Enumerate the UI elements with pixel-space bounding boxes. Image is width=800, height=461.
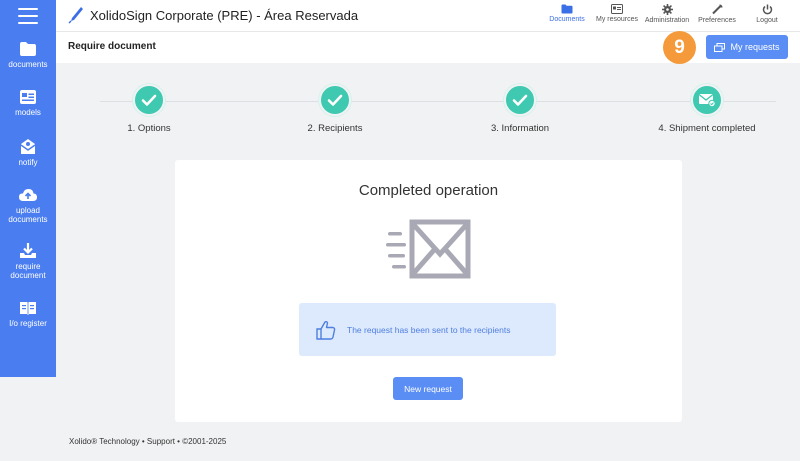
sidebar-item-label: I/o register xyxy=(9,319,47,328)
step-done-circle xyxy=(691,84,723,116)
mail-notify-icon xyxy=(20,139,36,154)
sidebar-item-notify[interactable]: notify xyxy=(0,138,56,167)
nav-logout[interactable]: Logout xyxy=(742,4,792,24)
envelope-check-icon xyxy=(698,93,716,107)
brand[interactable]: XolidoSign Corporate (PRE) - Área Reserv… xyxy=(68,6,358,24)
step-information: 3. Information xyxy=(440,84,600,134)
step-options: 1. Options xyxy=(69,84,229,134)
result-card: Completed operation The request has been… xyxy=(175,160,682,422)
my-requests-label: My requests xyxy=(730,42,780,52)
nav-documents[interactable]: Documents xyxy=(542,4,592,24)
sidebar-item-label: require document xyxy=(10,262,46,280)
pen-logo-icon xyxy=(68,7,83,24)
sidebar-item-io-register[interactable]: I/o register xyxy=(0,300,56,328)
footer: Xolido® Technology • Support • ©2001-202… xyxy=(69,437,227,446)
step-label: 4. Shipment completed xyxy=(658,123,756,134)
windows-icon xyxy=(714,42,726,52)
nav-my-resources-label: My resources xyxy=(595,16,638,23)
nav-logout-label: Logout xyxy=(756,17,778,24)
page-title: Require document xyxy=(68,41,156,52)
sidebar-item-label: notify xyxy=(18,158,38,167)
sidebar-item-models[interactable]: models xyxy=(0,89,56,117)
power-icon xyxy=(762,4,772,15)
nav-preferences-label: Preferences xyxy=(698,17,736,24)
result-title: Completed operation xyxy=(358,182,499,199)
gear-icon xyxy=(661,4,673,15)
nav-preferences[interactable]: Preferences xyxy=(692,4,742,24)
sidebar-item-documents[interactable]: documents xyxy=(0,41,56,69)
sidebar-item-require-document[interactable]: require document xyxy=(0,242,56,280)
menu-icon[interactable] xyxy=(18,8,38,24)
step-label: 3. Information xyxy=(490,123,550,134)
sidebar-item-label: models xyxy=(15,108,41,117)
step-label: 1. Options xyxy=(127,123,171,134)
step-done-circle xyxy=(319,84,351,116)
folder-icon xyxy=(561,4,573,14)
topbar: XolidoSign Corporate (PRE) - Área Reserv… xyxy=(56,0,800,31)
book-icon xyxy=(20,302,36,315)
sidebar-item-label: upload documents xyxy=(8,206,48,224)
id-card-icon xyxy=(20,90,36,104)
wrench-icon xyxy=(711,4,722,15)
cloud-upload-icon xyxy=(19,189,37,201)
top-navigation: Documents My resources Administration Pr… xyxy=(542,4,792,24)
sidebar-item-upload-documents[interactable]: upload documents xyxy=(0,187,56,224)
folder-icon xyxy=(20,42,36,56)
success-message: The request has been sent to the recipie… xyxy=(299,303,556,356)
id-card-icon xyxy=(611,4,623,14)
nav-administration-label: Administration xyxy=(644,17,690,24)
step-recipients: 2. Recipients xyxy=(255,84,415,134)
nav-documents-label: Documents xyxy=(549,16,585,23)
sidebar: documents models notify upload documents… xyxy=(0,0,56,377)
check-icon xyxy=(512,94,528,106)
success-message-text: The request has been sent to the recipie… xyxy=(347,324,511,335)
check-icon xyxy=(327,94,343,106)
check-icon xyxy=(141,94,157,106)
step-number-badge: 9 xyxy=(663,31,696,64)
nav-my-resources[interactable]: My resources xyxy=(592,4,642,24)
step-shipment-completed: 4. Shipment completed xyxy=(627,84,787,134)
download-tray-icon xyxy=(20,243,36,258)
nav-administration[interactable]: Administration xyxy=(642,4,692,24)
step-label: 2. Recipients xyxy=(307,123,363,134)
step-done-circle xyxy=(504,84,536,116)
app-title: XolidoSign Corporate (PRE) - Área Reserv… xyxy=(90,7,359,23)
my-requests-button[interactable]: My requests xyxy=(706,35,788,59)
sent-envelope-icon xyxy=(386,219,471,279)
new-request-button[interactable]: New request xyxy=(393,377,463,400)
thumbs-up-icon xyxy=(316,320,336,340)
step-done-circle xyxy=(133,84,165,116)
sidebar-item-label: documents xyxy=(8,60,48,69)
